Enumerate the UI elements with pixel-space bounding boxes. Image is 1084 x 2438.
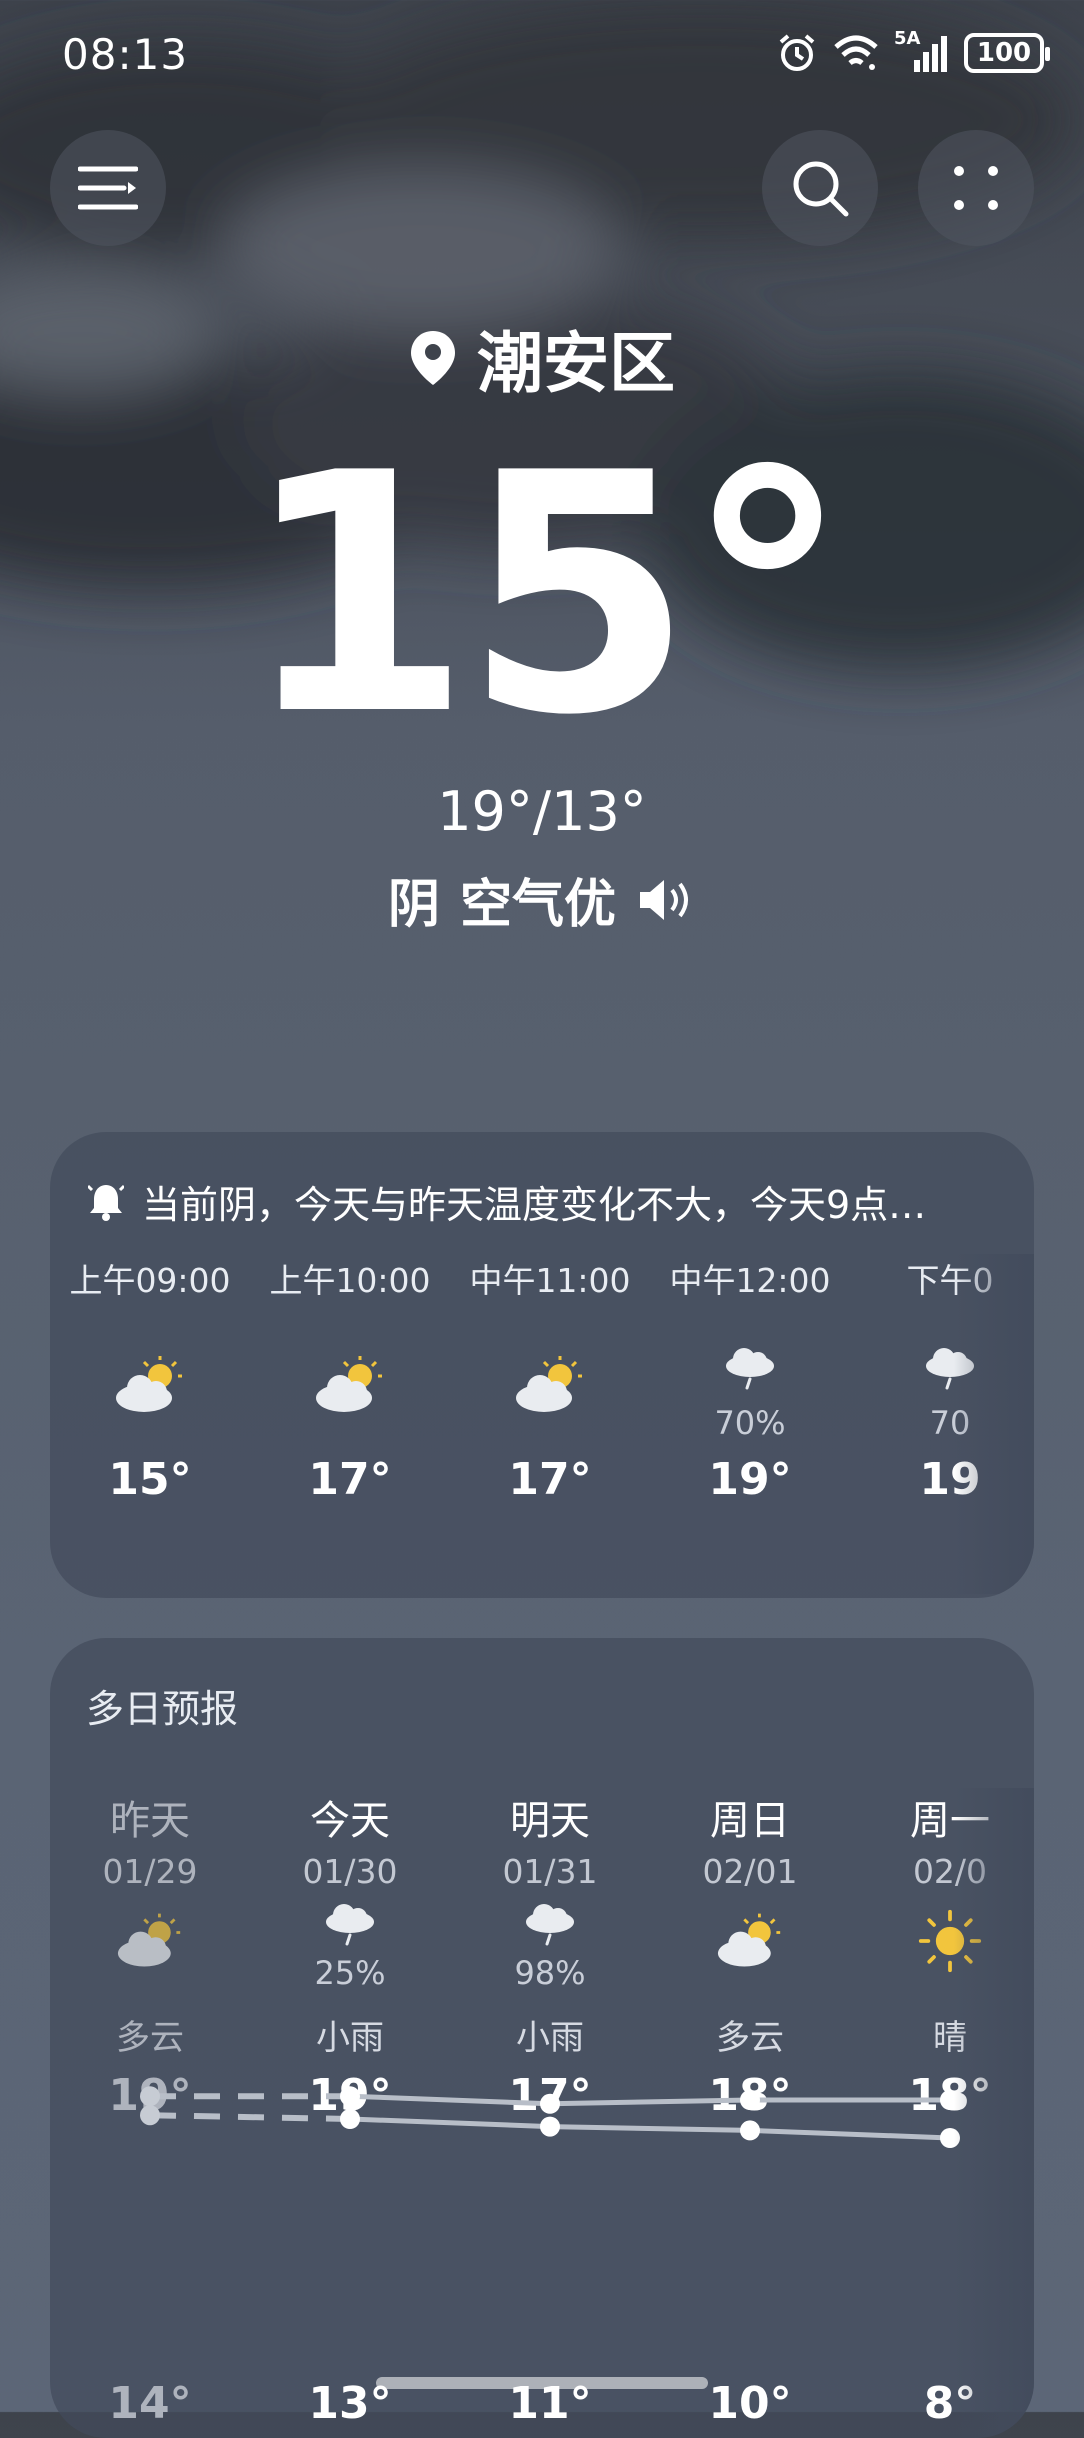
low-trend-past <box>149 2112 351 2122</box>
low-point <box>340 2109 360 2129</box>
four-dots-icon <box>954 166 998 210</box>
status-time: 08:13 <box>62 30 189 79</box>
scroll-fade <box>954 1788 1034 2438</box>
partly-cloudy-icon <box>116 1356 182 1412</box>
daily-forecast-title: 多日预报 <box>86 1687 239 1731</box>
location-header[interactable]: 潮安区 <box>0 310 1084 406</box>
hourly-list[interactable]: 上午09:00 15° 上午10:00 17° 中午11:00 17° 中午12… <box>50 1254 1034 1594</box>
partly-cloudy-icon <box>516 1356 582 1412</box>
battery-icon: 100 <box>964 33 1050 73</box>
condition-line: 阴 空气优 <box>0 862 1084 937</box>
weather-condition: 阴 <box>387 875 440 935</box>
hourly-forecast-card[interactable]: 当前阴，今天与昨天温度变化不大，今天9点… 上午09:00 15° 上午10:0… <box>50 1132 1034 1598</box>
status-bar: 08:13 5A 100 <box>62 28 1050 80</box>
hourly-item: 上午10:00 17° <box>250 1254 450 1505</box>
day-low: 14° <box>108 2378 192 2429</box>
air-quality[interactable]: 空气优 <box>460 862 616 937</box>
high-point <box>740 2090 760 2110</box>
hour-temp: 17° <box>308 1454 392 1505</box>
low-trend-line <box>349 2116 951 2141</box>
alert-text: 当前阴，今天与昨天温度变化不大，今天9点… <box>142 1183 927 1227</box>
daily-forecast-card[interactable]: 多日预报 昨天 01/29 多云 19° 14° 今天 01/30 25% 小雨… <box>50 1638 1034 2438</box>
wifi-icon <box>834 35 878 70</box>
status-icons: 5A 100 <box>776 28 1050 74</box>
bell-icon <box>88 1184 124 1221</box>
low-point <box>140 2105 160 2126</box>
search-button[interactable] <box>762 130 878 246</box>
hour-temp: 15° <box>108 1454 192 1505</box>
network-type: 5A <box>894 28 921 49</box>
location-pin-icon <box>411 331 455 385</box>
hour-time: 中午12:00 <box>669 1261 831 1300</box>
hour-temp: 17° <box>508 1454 592 1505</box>
cellular-signal-icon: 5A <box>894 28 950 74</box>
hour-temp: 19° <box>708 1454 792 1505</box>
high-low-temperature: 19°/13° <box>437 780 647 843</box>
search-icon <box>793 161 849 217</box>
speaker-icon[interactable] <box>636 876 696 924</box>
current-temperature: 15° <box>241 403 850 787</box>
high-point <box>140 2086 160 2107</box>
scroll-fade <box>954 1254 1034 1594</box>
menu-icon <box>78 166 138 210</box>
low-point <box>740 2120 760 2141</box>
temperature-trend-chart <box>140 2086 960 2148</box>
hour-time: 中午11:00 <box>469 1261 631 1300</box>
partly-cloudy-icon <box>316 1356 382 1412</box>
high-trend-line <box>349 2093 950 2107</box>
more-options-button[interactable] <box>918 130 1034 246</box>
battery-level: 100 <box>976 38 1032 68</box>
daily-list[interactable]: 昨天 01/29 多云 19° 14° 今天 01/30 25% 小雨 19° … <box>50 1788 1034 2438</box>
low-point <box>540 2116 560 2137</box>
hourly-item: 中午11:00 17° <box>450 1254 650 1505</box>
location-name: 潮安区 <box>477 325 675 402</box>
high-point <box>340 2086 360 2107</box>
hourly-item: 上午09:00 15° <box>50 1254 250 1505</box>
menu-button[interactable] <box>50 130 166 246</box>
hour-precip: 70% <box>714 1404 786 1442</box>
light-rain-icon <box>726 1348 774 1390</box>
alarm-icon <box>779 34 815 71</box>
home-indicator <box>376 2377 708 2389</box>
hour-time: 上午09:00 <box>69 1261 231 1300</box>
hourly-item: 中午12:00 70% 19° <box>650 1254 850 1505</box>
high-point <box>540 2093 560 2114</box>
weather-alert[interactable]: 当前阴，今天与昨天温度变化不大，今天9点… <box>88 1174 1014 1229</box>
hour-time: 上午10:00 <box>269 1261 431 1300</box>
